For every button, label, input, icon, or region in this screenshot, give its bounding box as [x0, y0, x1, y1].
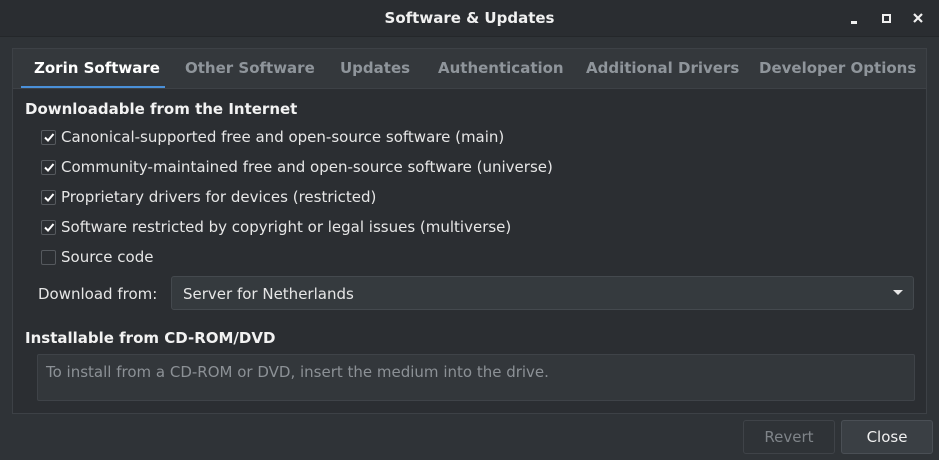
cdrom-placeholder-text: To install from a CD-ROM or DVD, insert …: [46, 363, 549, 381]
internet-section-title: Downloadable from the Internet: [25, 100, 298, 118]
checkmark-icon: [43, 223, 54, 232]
close-window-button[interactable]: [907, 8, 929, 30]
option-source-code[interactable]: Source code: [41, 246, 153, 268]
download-server-value: Server for Netherlands: [183, 285, 354, 303]
option-main-label: Canonical-supported free and open-source…: [61, 128, 505, 146]
tab-authentication[interactable]: Authentication: [438, 49, 564, 89]
tab-updates[interactable]: Updates: [340, 49, 410, 89]
cdrom-sources-box: To install from a CD-ROM or DVD, insert …: [37, 354, 915, 401]
checkbox-restricted[interactable]: [41, 189, 56, 205]
maximize-button[interactable]: [875, 8, 897, 30]
tab-other-software[interactable]: Other Software: [185, 49, 315, 89]
option-restricted[interactable]: Proprietary drivers for devices (restric…: [41, 186, 376, 208]
maximize-icon: [882, 14, 891, 23]
tab-additional-drivers[interactable]: Additional Drivers: [586, 49, 739, 89]
checkbox-universe[interactable]: [41, 159, 56, 175]
close-button[interactable]: Close: [841, 420, 933, 454]
checkmark-icon: [43, 193, 54, 202]
checkmark-icon: [43, 163, 54, 172]
option-multiverse[interactable]: Software restricted by copyright or lega…: [41, 216, 511, 238]
option-multiverse-label: Software restricted by copyright or lega…: [61, 218, 512, 236]
option-source-code-label: Source code: [61, 248, 154, 266]
checkbox-multiverse[interactable]: [41, 219, 56, 235]
close-icon: [913, 13, 923, 23]
window-title: Software & Updates: [384, 9, 555, 27]
download-server-dropdown[interactable]: Server for Netherlands: [171, 276, 914, 310]
minimize-icon: [851, 21, 857, 24]
tab-bar: Zorin Software Other Software Updates Au…: [13, 49, 926, 89]
option-restricted-label: Proprietary drivers for devices (restric…: [61, 188, 377, 206]
checkmark-icon: [43, 133, 54, 142]
dropdown-arrow-icon: [893, 290, 903, 295]
revert-button[interactable]: Revert: [743, 420, 835, 454]
software-updates-window: Software & Updates Zorin Software Other …: [0, 0, 939, 460]
checkbox-source-code[interactable]: [41, 249, 56, 265]
checkbox-main[interactable]: [41, 129, 56, 145]
option-universe-label: Community-maintained free and open-sourc…: [61, 158, 553, 176]
cdrom-section-title: Installable from CD-ROM/DVD: [25, 329, 276, 347]
minimize-button[interactable]: [844, 8, 866, 30]
tab-developer-options[interactable]: Developer Options: [759, 49, 916, 89]
active-tab-indicator: [21, 86, 165, 88]
download-from-label: Download from:: [38, 285, 158, 303]
title-bar[interactable]: Software & Updates: [0, 0, 939, 37]
option-main[interactable]: Canonical-supported free and open-source…: [41, 126, 504, 148]
settings-notebook: Zorin Software Other Software Updates Au…: [12, 48, 927, 414]
tab-zorin-software[interactable]: Zorin Software: [34, 49, 160, 89]
option-universe[interactable]: Community-maintained free and open-sourc…: [41, 156, 553, 178]
